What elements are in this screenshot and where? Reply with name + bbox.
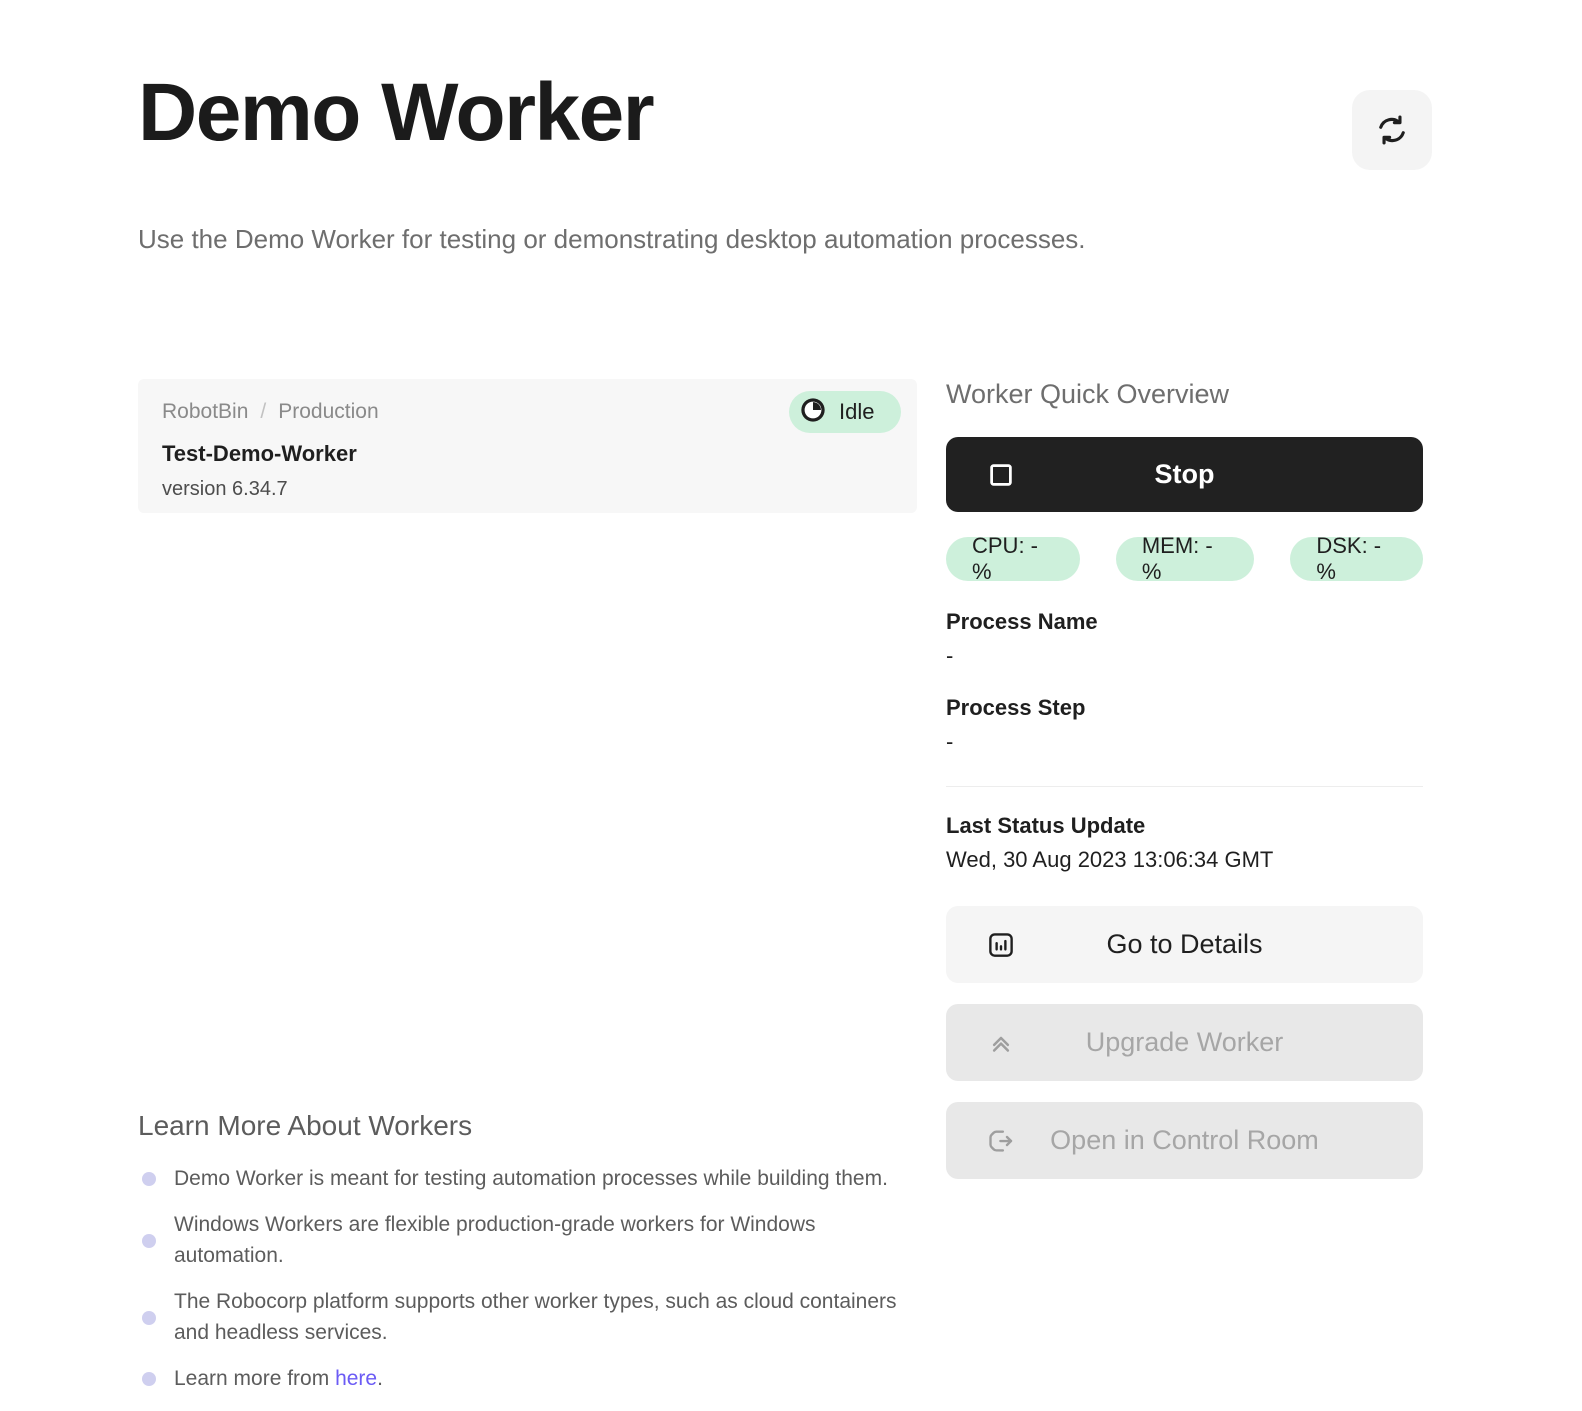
worker-version: version 6.34.7 (162, 478, 288, 500)
upgrade-worker-button[interactable]: Upgrade Worker (946, 1004, 1423, 1081)
worker-name: Test-Demo-Worker (162, 441, 357, 466)
last-status-update-label: Last Status Update (946, 813, 1146, 838)
learn-more-section: Learn More About Workers Demo Worker is … (138, 1110, 918, 1411)
page-title: Demo Worker (138, 67, 655, 158)
last-status-update-block: Last Status Update Wed, 30 Aug 2023 13:0… (946, 815, 1423, 871)
stop-button-label: Stop (1154, 459, 1215, 489)
last-status-update-value: Wed, 30 Aug 2023 13:06:34 GMT (946, 847, 1274, 872)
breadcrumb-organization[interactable]: RobotBin (162, 401, 248, 422)
title-row: Demo Worker (138, 72, 1432, 170)
upgrade-worker-label: Upgrade Worker (1085, 1027, 1284, 1057)
bullet-icon (142, 1372, 156, 1387)
list-item-text: Windows Workers are flexible production-… (174, 1213, 816, 1267)
list-item-text-suffix: . (377, 1367, 383, 1391)
breadcrumb: RobotBin / Production (162, 401, 893, 422)
refresh-button[interactable] (1352, 90, 1432, 170)
open-in-control-room-button[interactable]: Open in Control Room (946, 1102, 1423, 1179)
list-item: Learn more from here. (138, 1364, 918, 1394)
stop-button[interactable]: Stop (946, 437, 1423, 512)
breadcrumb-separator: / (260, 400, 267, 423)
status-badge-label: Idle (839, 399, 875, 424)
list-item: Windows Workers are flexible production-… (138, 1210, 918, 1271)
page-subtitle: Use the Demo Worker for testing or demon… (138, 224, 1086, 254)
list-item: Demo Worker is meant for testing automat… (138, 1164, 918, 1194)
metric-pill-dsk: DSK: -% (1290, 533, 1423, 584)
go-to-details-label: Go to Details (1106, 929, 1263, 959)
process-name-value: - (946, 643, 954, 668)
clock-icon (799, 396, 827, 429)
process-name-block: Process Name - (946, 611, 1423, 667)
list-item-text: Demo Worker is meant for testing automat… (174, 1167, 888, 1190)
process-step-label: Process Step (946, 695, 1086, 720)
list-item-text: Learn more from (174, 1367, 336, 1391)
worker-card: RobotBin / Production Test-Demo-Worker v… (138, 379, 917, 513)
process-step-block: Process Step - (946, 697, 1423, 753)
process-step-value: - (946, 729, 954, 754)
metric-row: CPU: -% MEM: -% DSK: -% (946, 533, 1423, 584)
open-in-control-room-label: Open in Control Room (1050, 1125, 1319, 1155)
list-item: The Robocorp platform supports other wor… (138, 1287, 918, 1348)
section-divider (946, 786, 1423, 787)
overview-title: Worker Quick Overview (946, 379, 1230, 409)
learn-more-link[interactable]: here (335, 1367, 377, 1390)
page-header: Demo Worker Use the Demo Worker for test… (138, 72, 1432, 254)
learn-more-title: Learn More About Workers (138, 1110, 473, 1141)
list-item-text: The Robocorp platform supports other wor… (174, 1290, 897, 1344)
bullet-icon (142, 1310, 156, 1325)
status-badge: Idle (789, 391, 901, 433)
go-to-details-button[interactable]: Go to Details (946, 906, 1423, 983)
process-name-label: Process Name (946, 609, 1098, 634)
metric-pill-mem: MEM: -% (1115, 533, 1255, 584)
metric-pill-cpu: CPU: -% (946, 533, 1080, 584)
breadcrumb-environment[interactable]: Production (278, 401, 378, 422)
worker-quick-overview-panel: Worker Quick Overview Stop CPU: -% MEM: … (946, 381, 1423, 1179)
learn-more-list: Demo Worker is meant for testing automat… (138, 1164, 918, 1395)
bullet-icon (142, 1233, 156, 1248)
refresh-icon (1374, 112, 1410, 148)
bullet-icon (142, 1172, 156, 1187)
